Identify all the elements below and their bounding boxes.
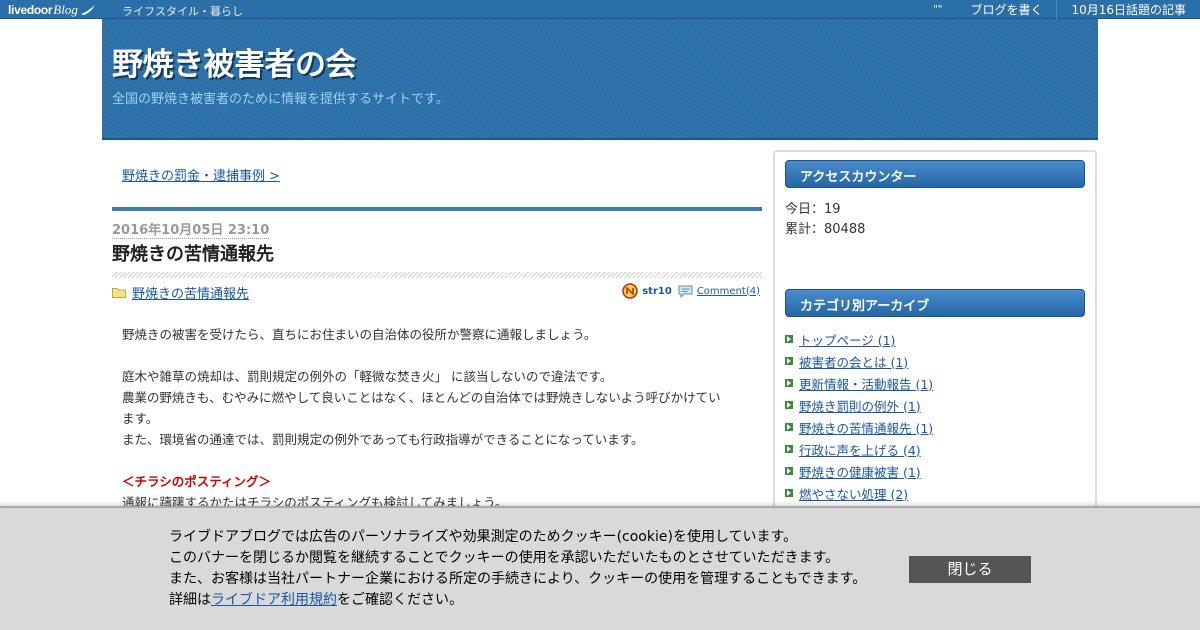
category-link[interactable]: トップページ (1) — [799, 330, 895, 349]
bullet-arrow-icon — [785, 357, 793, 365]
bullet-arrow-icon — [785, 467, 793, 475]
cookie-line-4-prefix: 詳細は — [169, 592, 211, 608]
site-title[interactable]: 野焼き被害者の会 — [112, 39, 357, 84]
category-link[interactable]: 野焼きの苦情通報先 (1) — [799, 418, 933, 437]
category-link[interactable]: 被害者の会とは (1) — [799, 352, 908, 371]
bullet-arrow-icon — [785, 423, 793, 431]
entry-title-divider — [112, 272, 762, 278]
category-item: 被害者の会とは (1) — [785, 350, 933, 372]
access-counter-heading: アクセスカウンター — [785, 160, 1085, 188]
category-archive-heading: カテゴリ別アーカイブ — [785, 289, 1085, 317]
body-line: また、環境省の通達では、罰則規定の例外であっても行政指導ができることになっていま… — [122, 432, 644, 447]
category-link[interactable]: 行政に声を上げる (4) — [799, 440, 921, 459]
cookie-line-3: また、お客様は当社パートナー企業における所定の手続きにより、クッキーの使用を管理… — [169, 571, 867, 587]
bullet-arrow-icon — [785, 335, 793, 343]
bullet-arrow-icon — [785, 401, 793, 409]
body-line: 野焼きの被害を受けたら、直ちにお住まいの自治体の役所か警察に通報しましょう。 — [122, 327, 597, 342]
category-item: 燃やさない処理 (2) — [785, 482, 933, 504]
category-link[interactable]: 更新情報・活動報告 (1) — [799, 374, 933, 393]
logo-blog-text: Blog — [53, 1, 78, 17]
entry-title: 野焼きの苦情通報先 — [112, 244, 274, 265]
bullet-arrow-icon — [785, 489, 793, 497]
topbar-dots: "" — [933, 4, 943, 15]
cookie-line-2: このバナーを閉じるか閲覧を継続することでクッキーの使用を承認いただいたものとさせ… — [169, 550, 840, 566]
body-line: ます。 — [122, 411, 159, 426]
close-banner-button[interactable]: 閉じる — [909, 556, 1031, 583]
bullet-arrow-icon — [785, 379, 793, 387]
body-blank-line — [122, 450, 752, 471]
category-item: 野焼きの健康被害 (1) — [785, 460, 933, 482]
livedoor-blog-logo[interactable]: livedoor Blog — [8, 0, 96, 19]
body-blank-line — [122, 345, 752, 366]
entry-category: 野焼きの苦情通報先 — [112, 283, 249, 302]
global-topbar: livedoor Blog ライフスタイル・暮らし "" ブログを書く 10月1… — [0, 0, 1200, 19]
access-counter-heading-label: アクセスカウンター — [800, 170, 917, 185]
author-link[interactable]: str10 — [642, 286, 672, 297]
comment-icon — [678, 285, 693, 298]
cookie-notice-text: ライブドアブログでは広告のパーソナライズや効果測定のためクッキー(cookie)… — [169, 527, 866, 611]
category-archive-heading-label: カテゴリ別アーカイブ — [800, 299, 930, 314]
entry-category-link[interactable]: 野焼きの苦情通報先 — [132, 283, 249, 302]
comments-link[interactable]: Comment(4) — [697, 286, 760, 297]
category-item: 野焼きの苦情通報先 (1) — [785, 416, 933, 438]
body-line: 農業の野焼きも、むやみに燃やして良いことはなく、ほとんどの自治体では野焼きしない… — [122, 390, 721, 405]
cookie-line-4: 詳細はライブドア利用規約をご確認ください。 — [169, 590, 866, 611]
cookie-consent-banner: ライブドアブログでは広告のパーソナライズや効果測定のためクッキー(cookie)… — [0, 506, 1200, 630]
entry-body: 野焼きの被害を受けたら、直ちにお住まいの自治体の役所か警察に通報しましょう。 庭… — [122, 324, 752, 513]
cookie-line-4-suffix: をご確認ください。 — [337, 592, 463, 608]
logo-wing-icon — [80, 4, 95, 15]
folder-icon — [112, 288, 126, 298]
body-line: 庭木や雑草の焼却は、罰則規定の例外の「軽微な焚き火」 に該当しないので違法です。 — [122, 369, 613, 384]
category-link[interactable]: 燃やさない処理 (2) — [799, 484, 908, 503]
cookie-line-1: ライブドアブログでは広告のパーソナライズや効果測定のためクッキー(cookie)… — [169, 529, 798, 545]
category-link[interactable]: 野焼き罰則の例外 (1) — [799, 396, 921, 415]
write-blog-link[interactable]: ブログを書く — [956, 1, 1056, 18]
author-icon — [622, 283, 638, 299]
counter-total: 累計：80488 — [785, 222, 866, 237]
logo-livedoor-text: livedoor — [8, 2, 53, 17]
blog-header: 野焼き被害者の会 全国の野焼き被害者のために情報を提供するサイトです。 — [102, 19, 1098, 140]
category-item: 野焼き罰則の例外 (1) — [785, 394, 933, 416]
topbar-category-label[interactable]: ライフスタイル・暮らし — [122, 3, 243, 19]
entry-meta: str10 Comment(4) — [622, 283, 760, 299]
terms-of-use-link[interactable]: ライブドア利用規約 — [211, 592, 337, 608]
bullet-arrow-icon — [785, 445, 793, 453]
category-list: トップページ (1) 被害者の会とは (1) 更新情報・活動報告 (1) 野焼き… — [785, 328, 933, 504]
category-item: 更新情報・活動報告 (1) — [785, 372, 933, 394]
body-subheading: ＜チラシのポスティング＞ — [122, 474, 272, 489]
category-item: 行政に声を上げる (4) — [785, 438, 933, 460]
entry-date: 2016年10月05日 23:10 — [112, 219, 270, 239]
entry-top-rule — [112, 207, 762, 211]
trending-articles-link[interactable]: 10月16日話題の記事 — [1057, 1, 1200, 18]
site-description: 全国の野焼き被害者のために情報を提供するサイトです。 — [112, 92, 449, 107]
topbar-right-nav: "" ブログを書く 10月16日話題の記事 — [933, 0, 1200, 19]
counter-today: 今日：19 — [785, 202, 841, 217]
category-link[interactable]: 野焼きの健康被害 (1) — [799, 462, 921, 481]
previous-entry-link[interactable]: 野焼きの罰金・逮捕事例 > — [122, 165, 280, 184]
category-item: トップページ (1) — [785, 328, 933, 350]
